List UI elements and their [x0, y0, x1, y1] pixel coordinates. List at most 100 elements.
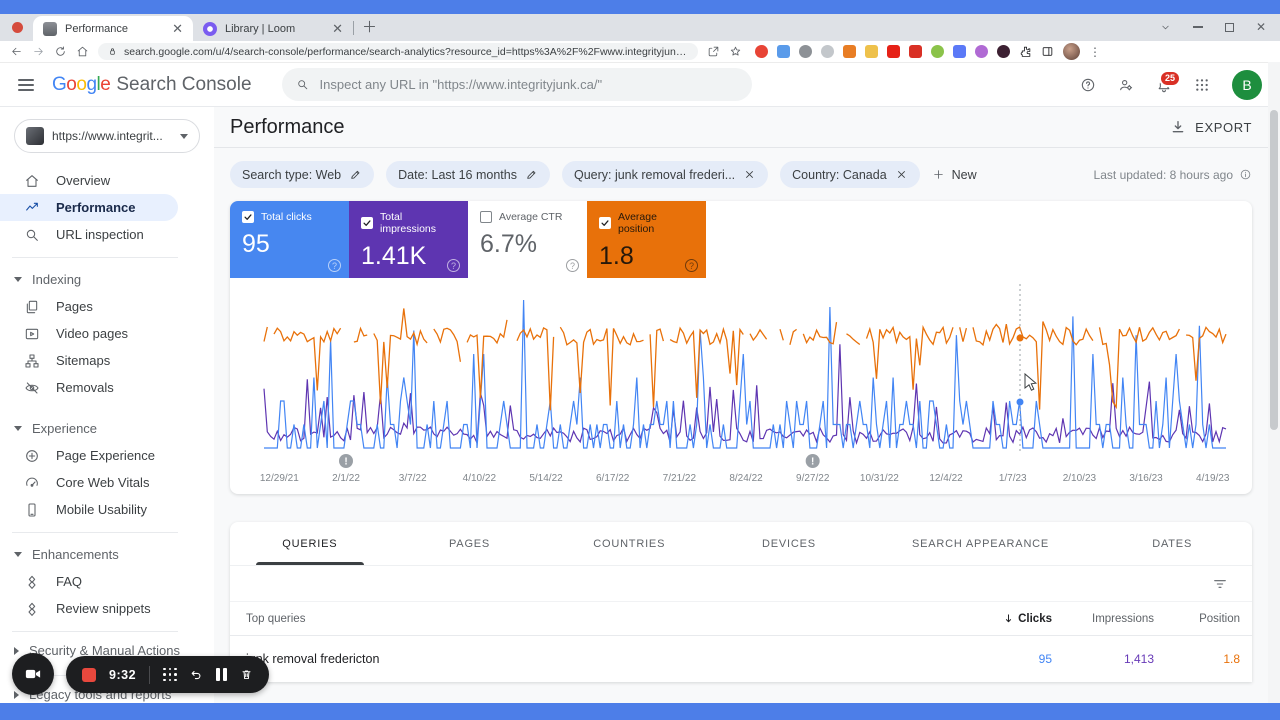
- tab-pages[interactable]: PAGES: [390, 522, 550, 565]
- sidebar-item-core-web-vitals[interactable]: Core Web Vitals: [0, 469, 178, 496]
- sidebar-item-pages[interactable]: Pages: [0, 293, 178, 320]
- share-icon[interactable]: [707, 45, 720, 58]
- inspect-url-input[interactable]: [320, 77, 738, 92]
- maximize-button[interactable]: [1225, 23, 1234, 32]
- sidebar-section-indexing[interactable]: Indexing: [0, 266, 214, 293]
- sidebar-item-page-experience[interactable]: Page Experience: [0, 442, 178, 469]
- sidebar-section-enhancements[interactable]: Enhancements: [0, 541, 214, 568]
- undo-icon[interactable]: [190, 668, 203, 681]
- help-circle-icon[interactable]: ?: [328, 259, 341, 272]
- tab-search-chevron-icon[interactable]: [1160, 22, 1171, 33]
- extension-red-chat[interactable]: [909, 45, 922, 58]
- new-filter-button[interactable]: New: [932, 168, 977, 182]
- notifications-icon[interactable]: 25: [1156, 77, 1172, 93]
- sidebar-item-removals[interactable]: Removals: [0, 374, 178, 401]
- extension-yellow-tag[interactable]: [865, 45, 878, 58]
- sidebar-item-mobile-usability[interactable]: Mobile Usability: [0, 496, 178, 523]
- help-circle-icon[interactable]: ?: [685, 259, 698, 272]
- trash-icon[interactable]: [240, 668, 253, 681]
- minimize-button[interactable]: [1193, 26, 1203, 28]
- hamburger-menu-icon[interactable]: [18, 79, 34, 91]
- export-button[interactable]: EXPORT: [1170, 119, 1252, 135]
- checkbox-average-position[interactable]: [599, 217, 611, 229]
- tab-queries[interactable]: QUERIES: [230, 522, 390, 565]
- info-icon[interactable]: [1239, 168, 1252, 181]
- extension-n-blue[interactable]: [953, 45, 966, 58]
- extension-video-red[interactable]: [887, 45, 900, 58]
- extension-blue-window[interactable]: [777, 45, 790, 58]
- sidebar-section-experience[interactable]: Experience: [0, 415, 214, 442]
- help-circle-icon[interactable]: ?: [566, 259, 579, 272]
- apps-grid-icon[interactable]: [1194, 77, 1210, 93]
- checkbox-total-impressions[interactable]: [361, 217, 373, 229]
- filter-chip-search-type[interactable]: Search type: Web: [230, 161, 374, 188]
- extensions-puzzle-icon[interactable]: [1019, 45, 1032, 58]
- checkbox-average-ctr[interactable]: [480, 211, 492, 223]
- account-settings-icon[interactable]: [1118, 77, 1134, 93]
- checkbox-total-clicks[interactable]: [242, 211, 254, 223]
- tab-devices[interactable]: DEVICES: [709, 522, 869, 565]
- browser-tab-performance[interactable]: Performance ✕: [33, 16, 193, 41]
- extension-gray-cup[interactable]: [821, 45, 834, 58]
- metric-card-average-ctr[interactable]: Average CTR 6.7% ?: [468, 201, 587, 278]
- sidebar-item-video-pages[interactable]: Video pages: [0, 320, 178, 347]
- sidebar-item-overview[interactable]: Overview: [0, 167, 178, 194]
- address-bar[interactable]: search.google.com/u/4/search-console/per…: [98, 43, 698, 60]
- close-window-button[interactable]: ✕: [1256, 21, 1266, 33]
- filter-chip-query[interactable]: Query: junk removal frederi...: [562, 161, 768, 188]
- column-header-impressions[interactable]: Impressions: [1052, 613, 1154, 625]
- browser-menu-icon[interactable]: ⋮: [1089, 45, 1101, 59]
- performance-time-series-chart[interactable]: !!: [230, 278, 1252, 473]
- query-cell[interactable]: junk removal fredericton: [246, 652, 942, 666]
- filter-icon[interactable]: [1212, 576, 1228, 592]
- tab-dates[interactable]: DATES: [1092, 522, 1252, 565]
- bookmark-star-icon[interactable]: [729, 45, 742, 58]
- remove-filter-icon[interactable]: [743, 168, 756, 181]
- loom-control-bar[interactable]: 9:32: [66, 656, 269, 693]
- property-selector[interactable]: https://www.integrit...: [14, 119, 200, 153]
- help-icon[interactable]: [1080, 77, 1096, 93]
- home-icon[interactable]: [76, 45, 89, 58]
- scrollbar-thumb[interactable]: [1270, 110, 1278, 430]
- annotate-tool-icon[interactable]: [163, 668, 177, 682]
- tab-search-appearance[interactable]: SEARCH APPEARANCE: [869, 522, 1093, 565]
- edit-icon[interactable]: [525, 168, 538, 181]
- table-row[interactable]: junk removal fredericton 95 1,413 1.8: [230, 636, 1252, 682]
- sidebar-item-url-inspection[interactable]: URL inspection: [0, 221, 178, 248]
- metric-card-total-impressions[interactable]: Total impressions 1.41K ?: [349, 201, 468, 278]
- tab-countries[interactable]: COUNTRIES: [549, 522, 709, 565]
- sidebar-item-performance[interactable]: Performance: [0, 194, 178, 221]
- browser-tab-loom[interactable]: Library | Loom ✕: [193, 16, 353, 41]
- forward-icon[interactable]: [32, 45, 45, 58]
- column-header-top-queries[interactable]: Top queries: [246, 613, 942, 625]
- url-inspect-search[interactable]: [282, 68, 752, 101]
- extension-gf[interactable]: [843, 45, 856, 58]
- sidebar-item-faq[interactable]: FAQ: [0, 568, 178, 595]
- sidebar-item-review-snippets[interactable]: Review snippets: [0, 595, 178, 622]
- new-tab-button[interactable]: ＋: [362, 20, 377, 35]
- edit-icon[interactable]: [349, 168, 362, 181]
- tab-close-icon[interactable]: ✕: [332, 22, 343, 35]
- stop-recording-button[interactable]: [82, 668, 96, 682]
- metric-card-total-clicks[interactable]: Total clicks 95 ?: [230, 201, 349, 278]
- remove-filter-icon[interactable]: [895, 168, 908, 181]
- scrollbar[interactable]: [1268, 62, 1280, 703]
- tab-close-icon[interactable]: ✕: [172, 22, 183, 35]
- extension-red-circle[interactable]: [755, 45, 768, 58]
- back-icon[interactable]: [10, 45, 23, 58]
- sidebar-item-sitemaps[interactable]: Sitemaps: [0, 347, 178, 374]
- filter-chip-date[interactable]: Date: Last 16 months: [386, 161, 550, 188]
- refresh-icon[interactable]: [54, 45, 67, 58]
- browser-profile-avatar[interactable]: [1063, 43, 1080, 60]
- metric-card-average-position[interactable]: Average position 1.8 ?: [587, 201, 706, 278]
- filter-chip-country[interactable]: Country: Canada: [780, 161, 920, 188]
- column-header-clicks[interactable]: Clicks: [942, 613, 1052, 625]
- avatar[interactable]: B: [1232, 70, 1262, 100]
- app-logo[interactable]: Google Search Console: [52, 74, 252, 96]
- extension-green-leaf[interactable]: [931, 45, 944, 58]
- column-header-position[interactable]: Position: [1154, 613, 1240, 625]
- help-circle-icon[interactable]: ?: [447, 259, 460, 272]
- extension-camera[interactable]: [799, 45, 812, 58]
- extension-purple-heart[interactable]: [975, 45, 988, 58]
- loom-camera-bubble[interactable]: [12, 653, 54, 695]
